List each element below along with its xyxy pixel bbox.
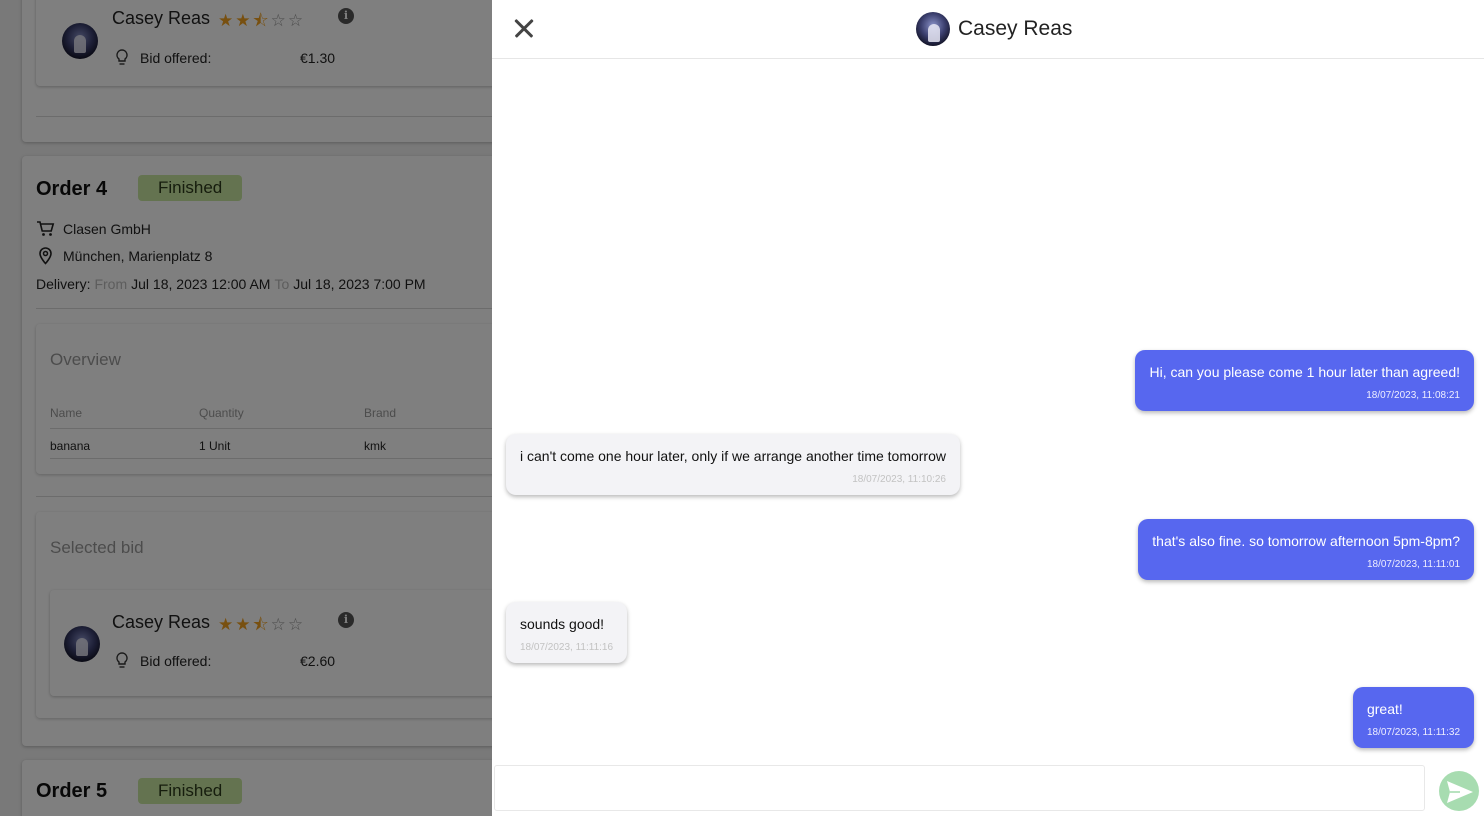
contact-name: Casey Reas: [958, 17, 1073, 40]
message-text: sounds good!: [520, 616, 605, 632]
message-timestamp: 18/07/2023, 11:10:26: [852, 474, 946, 485]
message-bubble-outgoing: great! 18/07/2023, 11:11:32: [1352, 687, 1474, 748]
message-bubble-incoming: i can't come one hour later, only if we …: [506, 434, 960, 495]
message-text: great!: [1366, 701, 1403, 717]
message-text: that's also fine. so tomorrow afternoon …: [1152, 533, 1460, 549]
message-timestamp: 18/07/2023, 11:11:32: [1366, 727, 1460, 738]
chat-contact: Casey Reas: [916, 11, 1072, 47]
message-bubble-outgoing: that's also fine. so tomorrow afternoon …: [1138, 519, 1474, 580]
close-icon[interactable]: [510, 14, 538, 42]
message-timestamp: 18/07/2023, 11:11:16: [520, 642, 614, 653]
avatar: [916, 12, 950, 46]
message-input[interactable]: [494, 765, 1425, 811]
message-bubble-incoming: sounds good! 18/07/2023, 11:11:16: [506, 602, 628, 663]
message-text: i can't come one hour later, only if we …: [520, 448, 946, 464]
message-bubble-outgoing: Hi, can you please come 1 hour later tha…: [1135, 350, 1474, 411]
send-button[interactable]: [1439, 771, 1479, 811]
message-text: Hi, can you please come 1 hour later tha…: [1149, 364, 1460, 380]
send-icon: [1447, 781, 1473, 803]
message-timestamp: 18/07/2023, 11:11:01: [1366, 559, 1460, 570]
chat-header: Casey Reas: [492, 0, 1484, 59]
chat-drawer: Casey Reas Hi, can you please come 1 hou…: [492, 0, 1484, 816]
message-timestamp: 18/07/2023, 11:08:21: [1366, 390, 1460, 401]
